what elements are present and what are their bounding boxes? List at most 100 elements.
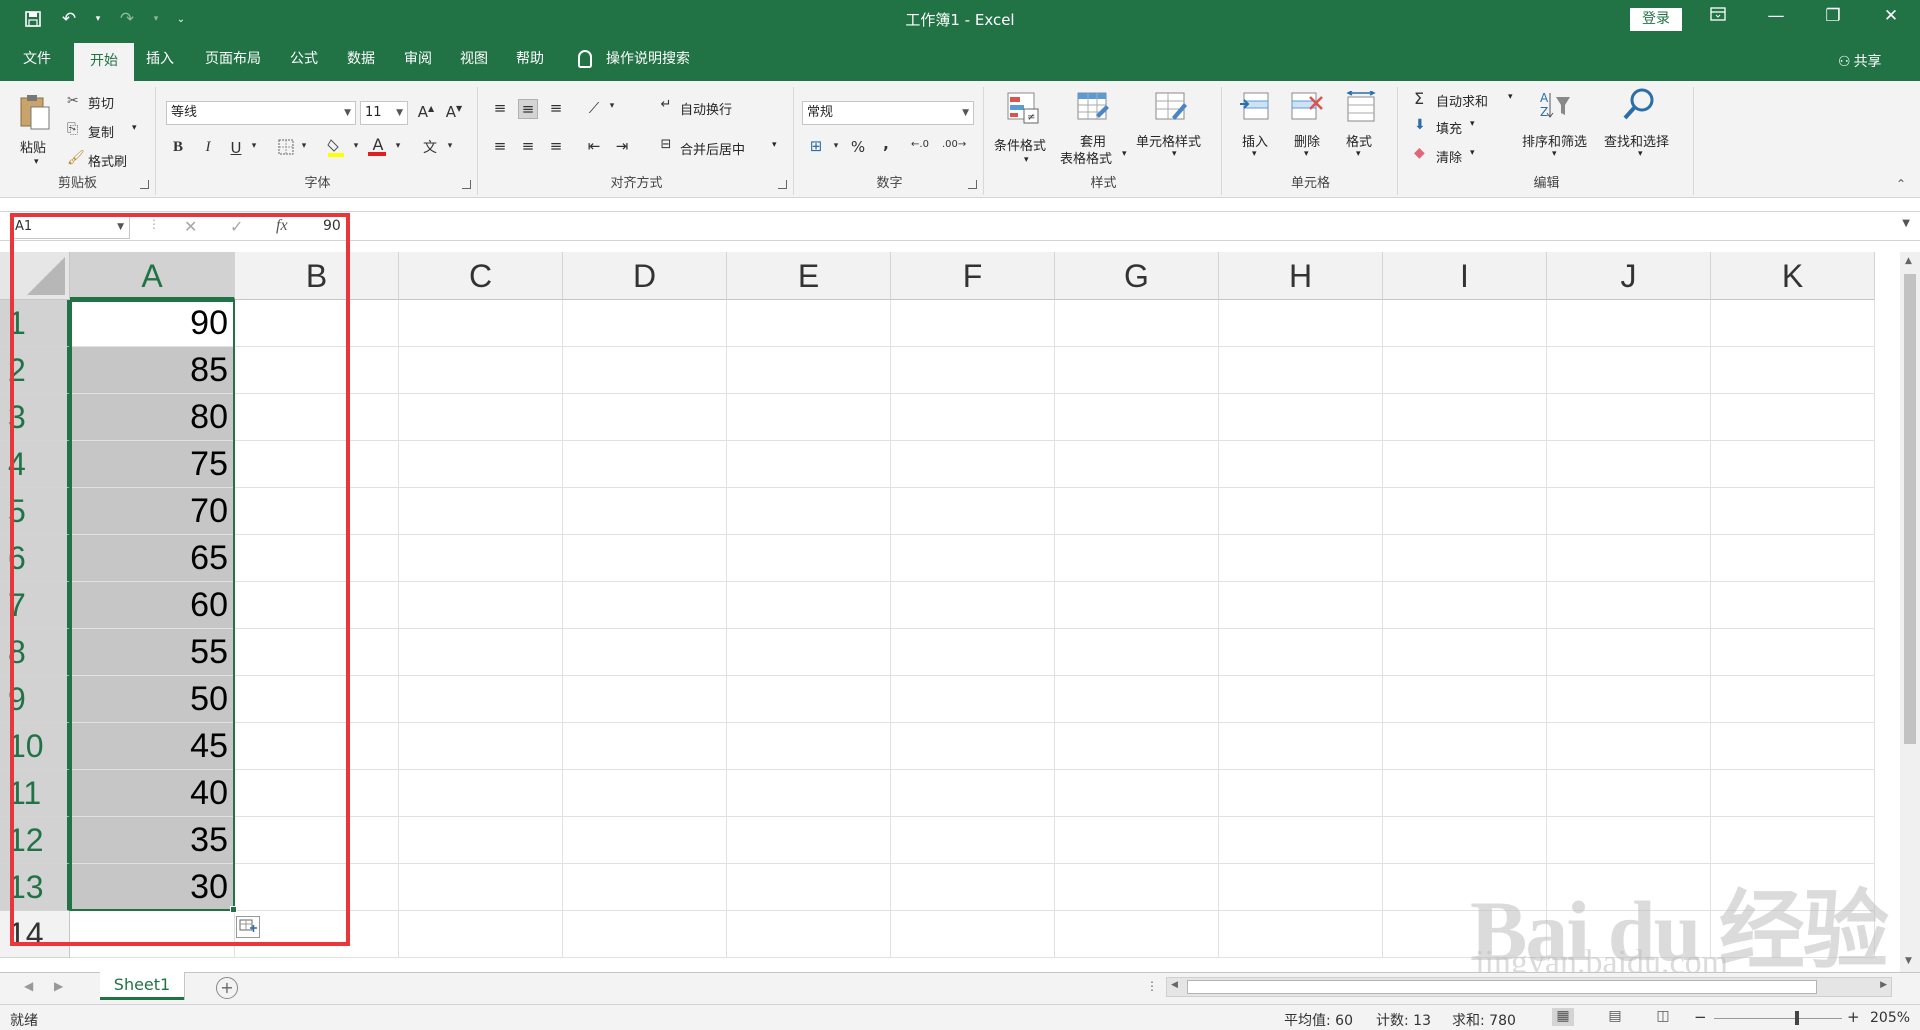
cell-d1[interactable] <box>563 300 727 347</box>
cell-e11[interactable] <box>727 770 891 817</box>
row-header-2[interactable]: 2 <box>0 347 70 394</box>
cell-a6[interactable]: 65 <box>70 535 235 582</box>
cell-k2[interactable] <box>1711 347 1875 394</box>
cell-e13[interactable] <box>727 864 891 911</box>
cell-a13[interactable]: 30 <box>70 864 235 911</box>
cell-i9[interactable] <box>1383 676 1547 723</box>
cell-k12[interactable] <box>1711 817 1875 864</box>
number-launcher-icon[interactable] <box>968 180 977 189</box>
cell-e1[interactable] <box>727 300 891 347</box>
cell-k10[interactable] <box>1711 723 1875 770</box>
alignment-launcher-icon[interactable] <box>778 180 787 189</box>
accounting-format-icon[interactable]: ⊞ <box>806 137 826 155</box>
cell-f2[interactable] <box>891 347 1055 394</box>
tab-formulas[interactable]: 公式 <box>282 37 326 81</box>
cell-i1[interactable] <box>1383 300 1547 347</box>
cell-f7[interactable] <box>891 582 1055 629</box>
tab-view[interactable]: 视图 <box>452 37 496 81</box>
column-header-k[interactable]: K <box>1711 252 1875 300</box>
cell-g8[interactable] <box>1055 629 1219 676</box>
cell-c14[interactable] <box>399 911 563 958</box>
cell-b12[interactable] <box>235 817 399 864</box>
cell-b1[interactable] <box>235 300 399 347</box>
format-cells-button[interactable]: 格式 <box>1346 131 1372 150</box>
borders-icon[interactable] <box>276 139 296 159</box>
conditional-formatting-button[interactable]: 条件格式 <box>994 135 1046 154</box>
find-select-button[interactable]: 查找和选择 <box>1604 131 1669 150</box>
increase-decimal-icon[interactable]: ←.0 <box>910 139 930 150</box>
cell-d4[interactable] <box>563 441 727 488</box>
cell-i7[interactable] <box>1383 582 1547 629</box>
phonetic-guide-icon[interactable]: 文 <box>420 137 440 157</box>
font-color-icon[interactable]: A <box>368 135 388 156</box>
cell-a14[interactable] <box>70 911 235 958</box>
font-launcher-icon[interactable] <box>462 180 471 189</box>
cell-i12[interactable] <box>1383 817 1547 864</box>
cell-f13[interactable] <box>891 864 1055 911</box>
cell-g1[interactable] <box>1055 300 1219 347</box>
cell-g6[interactable] <box>1055 535 1219 582</box>
cell-b5[interactable] <box>235 488 399 535</box>
clear-dropdown-icon[interactable]: ▾ <box>1470 148 1475 158</box>
column-header-e[interactable]: E <box>727 252 891 300</box>
cell-f9[interactable] <box>891 676 1055 723</box>
cell-g3[interactable] <box>1055 394 1219 441</box>
cell-a10[interactable]: 45 <box>70 723 235 770</box>
cell-a2[interactable]: 85 <box>70 347 235 394</box>
cell-b13[interactable] <box>235 864 399 911</box>
cell-h3[interactable] <box>1219 394 1383 441</box>
cell-g5[interactable] <box>1055 488 1219 535</box>
share-button[interactable]: ⚇ 共享 <box>1838 51 1882 71</box>
cell-j11[interactable] <box>1547 770 1711 817</box>
cell-d3[interactable] <box>563 394 727 441</box>
cell-k4[interactable] <box>1711 441 1875 488</box>
clear-button[interactable]: 清除 <box>1436 147 1462 166</box>
cell-j7[interactable] <box>1547 582 1711 629</box>
format-as-table-line2[interactable]: 表格格式 <box>1060 148 1112 167</box>
cell-f11[interactable] <box>891 770 1055 817</box>
cell-c12[interactable] <box>399 817 563 864</box>
cancel-entry-icon[interactable]: ✕ <box>184 217 197 236</box>
cell-f5[interactable] <box>891 488 1055 535</box>
cell-d11[interactable] <box>563 770 727 817</box>
cell-k7[interactable] <box>1711 582 1875 629</box>
cell-k5[interactable] <box>1711 488 1875 535</box>
font-color-dropdown-icon[interactable]: ▾ <box>388 141 408 151</box>
cell-d5[interactable] <box>563 488 727 535</box>
minimize-icon[interactable]: — <box>1761 6 1791 26</box>
cell-e7[interactable] <box>727 582 891 629</box>
scroll-left-icon[interactable]: ◀ <box>1171 980 1178 990</box>
cell-h2[interactable] <box>1219 347 1383 394</box>
cell-b8[interactable] <box>235 629 399 676</box>
cell-g12[interactable] <box>1055 817 1219 864</box>
accounting-dropdown-icon[interactable]: ▾ <box>826 141 846 151</box>
align-left-icon[interactable]: ≡ <box>490 137 510 155</box>
autosum-button[interactable]: 自动求和 <box>1436 91 1488 110</box>
clipboard-launcher-icon[interactable] <box>140 180 149 189</box>
cell-b2[interactable] <box>235 347 399 394</box>
name-box[interactable]: A1 ▼ <box>10 215 130 239</box>
orientation-dropdown-icon[interactable]: ▾ <box>602 101 622 111</box>
cell-d10[interactable] <box>563 723 727 770</box>
sheet-tab-sheet1[interactable]: Sheet1 <box>100 972 184 1000</box>
decrease-font-size-icon[interactable]: A▼ <box>444 103 464 121</box>
format-painter-button[interactable]: 格式刷 <box>88 151 127 170</box>
cell-h8[interactable] <box>1219 629 1383 676</box>
column-header-c[interactable]: C <box>399 252 563 300</box>
confirm-entry-icon[interactable]: ✓ <box>230 217 243 236</box>
row-header-7[interactable]: 7 <box>0 582 70 629</box>
cell-j3[interactable] <box>1547 394 1711 441</box>
underline-icon[interactable]: U <box>226 139 246 157</box>
cell-h11[interactable] <box>1219 770 1383 817</box>
cell-a7[interactable]: 60 <box>70 582 235 629</box>
column-header-f[interactable]: F <box>891 252 1055 300</box>
cell-f1[interactable] <box>891 300 1055 347</box>
fill-button[interactable]: 填充 <box>1436 118 1462 137</box>
cell-d9[interactable] <box>563 676 727 723</box>
cell-h1[interactable] <box>1219 300 1383 347</box>
format-as-table-dropdown-icon[interactable]: ▾ <box>1122 149 1127 159</box>
copy-dropdown-icon[interactable]: ▾ <box>132 123 137 133</box>
tab-split-handle-icon[interactable]: ⋮ <box>1146 979 1158 993</box>
cell-a11[interactable]: 40 <box>70 770 235 817</box>
delete-cells-button[interactable]: 删除 <box>1294 131 1320 150</box>
